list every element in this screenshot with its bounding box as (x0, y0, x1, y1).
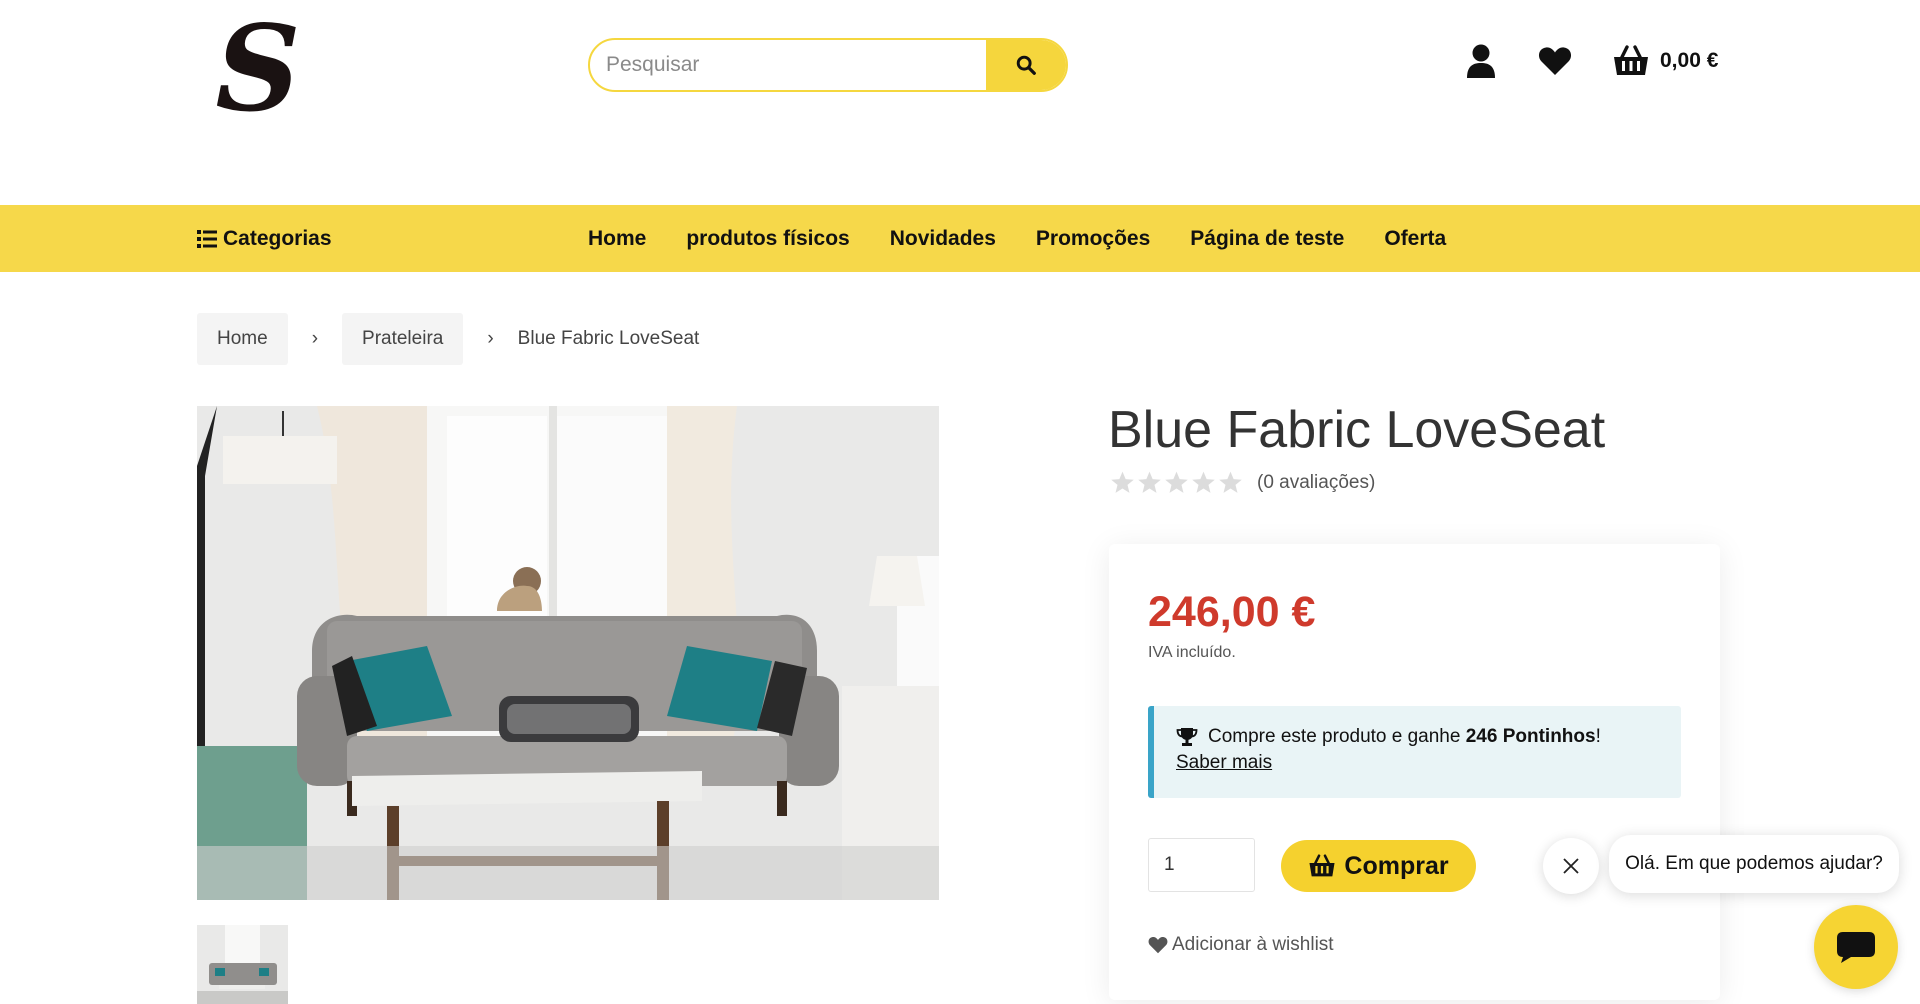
star-icon (1111, 471, 1134, 493)
basket-icon (1309, 854, 1335, 877)
breadcrumb-current: Blue Fabric LoveSeat (517, 328, 700, 349)
star-icon (1192, 471, 1215, 493)
vat-note: IVA incluído. (1148, 644, 1236, 661)
add-to-wishlist-link[interactable]: Adicionar à wishlist (1148, 934, 1334, 956)
points-text: Compre este produto e ganhe 246 Pontinho… (1208, 726, 1601, 748)
nav-menu: Home produtos físicos Novidades Promoçõe… (588, 205, 1486, 272)
product-main-image[interactable] (197, 406, 939, 900)
loyalty-points-notice: Compre este produto e ganhe 246 Pontinho… (1148, 706, 1681, 798)
product-thumbnail[interactable] (197, 925, 288, 1004)
nav-item-offer[interactable]: Oferta (1384, 227, 1446, 251)
learn-more-link[interactable]: Saber mais (1176, 752, 1659, 774)
chat-greeting-text: Olá. Em que podemos ajudar? (1625, 853, 1883, 874)
search-bar (588, 38, 1068, 92)
breadcrumb-category[interactable]: Prateleira (342, 313, 464, 365)
chat-icon (1837, 932, 1875, 963)
nav-item-new[interactable]: Novidades (890, 227, 996, 251)
heart-icon (1148, 937, 1168, 954)
points-prefix: Compre este produto e ganhe (1208, 726, 1466, 747)
close-icon (1563, 858, 1579, 874)
categories-label: Categorias (223, 226, 332, 250)
points-value: 246 Pontinhos (1465, 726, 1596, 747)
wishlist-label: Adicionar à wishlist (1172, 934, 1334, 955)
star-icon (1138, 471, 1161, 493)
buy-button-label: Comprar (1344, 851, 1449, 880)
breadcrumb: Home › Prateleira › Blue Fabric LoveSeat (197, 313, 699, 365)
categories-menu-button[interactable]: Categorias (197, 205, 332, 272)
breadcrumb-separator: › (311, 328, 319, 349)
nav-item-home[interactable]: Home (588, 227, 646, 251)
product-title: Blue Fabric LoveSeat (1108, 401, 1606, 459)
product-rating: (0 avaliações) (1110, 470, 1375, 495)
site-logo[interactable]: S (208, 0, 308, 138)
user-icon (1467, 44, 1495, 78)
purchase-box: 246,00 € IVA incluído. Compre este produ… (1109, 544, 1720, 1000)
account-button[interactable] (1466, 44, 1496, 78)
search-button[interactable] (986, 40, 1066, 90)
main-navigation: Categorias Home produtos físicos Novidad… (0, 205, 1920, 272)
svg-text:S: S (215, 22, 300, 122)
cart-button[interactable]: 0,00 € (1612, 45, 1718, 77)
review-count[interactable]: (0 avaliações) (1257, 472, 1375, 494)
basket-icon (1614, 45, 1648, 75)
nav-item-test-page[interactable]: Página de teste (1190, 227, 1344, 251)
quantity-input[interactable] (1148, 838, 1255, 892)
breadcrumb-separator: › (487, 328, 494, 349)
star-icon (1219, 471, 1242, 493)
product-price: 246,00 € (1148, 588, 1316, 636)
trophy-icon (1176, 728, 1198, 746)
wishlist-header-button[interactable] (1538, 46, 1572, 76)
cart-total: 0,00 € (1660, 49, 1719, 72)
search-input[interactable] (590, 40, 986, 90)
chat-launcher-button[interactable] (1814, 905, 1898, 989)
buy-button[interactable]: Comprar (1281, 840, 1476, 892)
chat-greeting-bubble[interactable]: Olá. Em que podemos ajudar? (1609, 835, 1899, 893)
chat-close-button[interactable] (1543, 838, 1599, 894)
list-icon (197, 229, 217, 248)
search-icon (1016, 55, 1036, 75)
site-header: S Pesquisar 0,00 € (0, 0, 1920, 205)
heart-icon (1538, 47, 1572, 75)
star-rating[interactable] (1110, 470, 1245, 495)
breadcrumb-home[interactable]: Home (197, 313, 288, 365)
header-actions: 0,00 € (1466, 44, 1718, 78)
points-suffix: ! (1595, 726, 1601, 747)
nav-item-physical-products[interactable]: produtos físicos (686, 227, 849, 251)
star-icon (1165, 471, 1188, 493)
nav-item-promotions[interactable]: Promoções (1036, 227, 1150, 251)
